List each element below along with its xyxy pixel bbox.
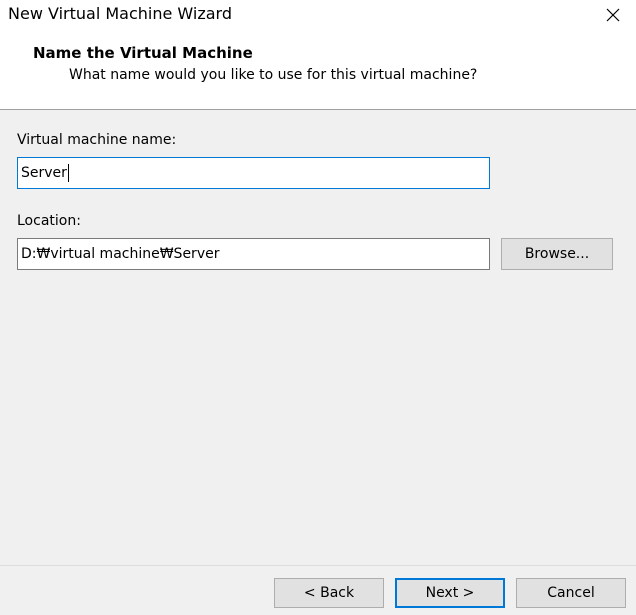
back-button[interactable]: < Back [274, 578, 384, 608]
footer-divider [0, 565, 636, 566]
vm-name-label: Virtual machine name: [17, 132, 177, 148]
close-button[interactable] [590, 0, 636, 30]
location-value: D:₩virtual machine₩Server [21, 246, 220, 262]
location-label: Location: [17, 213, 81, 229]
vm-name-value: Server [21, 165, 67, 181]
title-bar: New Virtual Machine Wizard [0, 0, 636, 30]
page-subtitle: What name would you like to use for this… [69, 67, 478, 83]
window-title: New Virtual Machine Wizard [8, 4, 232, 23]
browse-button[interactable]: Browse... [501, 238, 613, 270]
wizard-header: Name the Virtual Machine What name would… [0, 30, 636, 110]
next-button[interactable]: Next > [395, 578, 505, 608]
page-title: Name the Virtual Machine [33, 44, 253, 62]
text-caret [67, 164, 69, 182]
vm-name-input[interactable]: Server [17, 157, 490, 189]
cancel-button[interactable]: Cancel [516, 578, 626, 608]
location-input[interactable]: D:₩virtual machine₩Server [17, 238, 490, 270]
close-icon [606, 8, 620, 22]
